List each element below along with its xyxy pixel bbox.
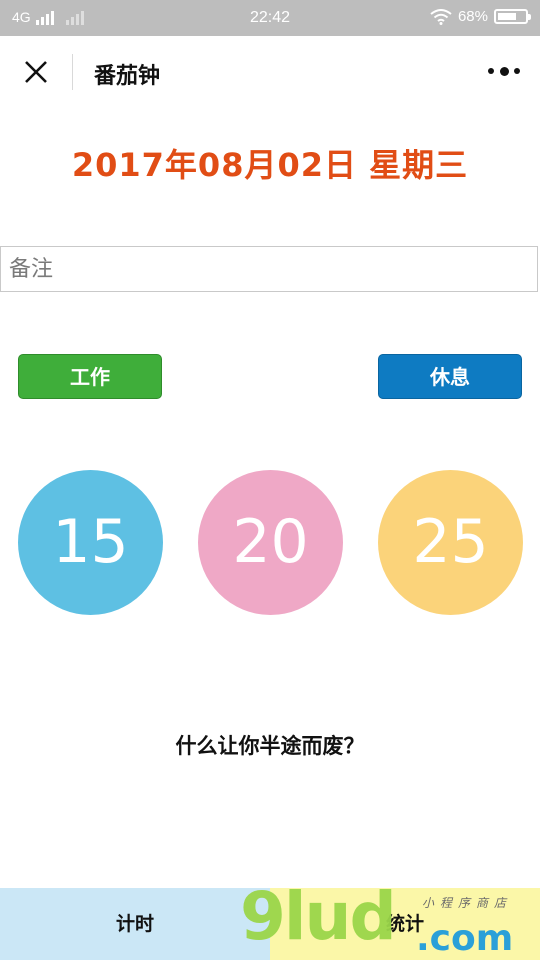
close-icon xyxy=(25,61,47,83)
tab-timer[interactable]: 计时 xyxy=(0,888,270,960)
battery-icon xyxy=(494,9,531,24)
battery-percent: 68% xyxy=(457,8,488,25)
date-heading: 2017年08月02日 星期三 xyxy=(71,146,469,184)
duration-20-button[interactable]: 20 xyxy=(198,470,343,615)
more-button[interactable] xyxy=(488,60,520,82)
more-dots-icon-right xyxy=(514,68,520,74)
wifi-icon xyxy=(430,8,452,25)
close-button[interactable] xyxy=(18,54,54,90)
note-input[interactable] xyxy=(0,246,538,292)
duration-15-button[interactable]: 15 xyxy=(18,470,163,615)
duration-25-button[interactable]: 25 xyxy=(378,470,523,615)
nav-divider xyxy=(72,54,73,90)
rest-button[interactable]: 休息 xyxy=(378,354,522,399)
tab-bar: 计时 统计 xyxy=(0,888,540,960)
status-bar: 4G 22:42 68% xyxy=(0,0,540,36)
battery-level-fill xyxy=(498,13,516,20)
motivation-quote: 什么让你半途而废？ xyxy=(175,733,365,758)
tab-stats[interactable]: 统计 xyxy=(270,888,540,960)
more-dots-icon-center xyxy=(499,66,509,76)
nav-bar: 番茄钟 xyxy=(0,36,540,108)
status-right: 68% xyxy=(430,8,531,25)
more-dots-icon xyxy=(488,68,494,74)
page-title: 番茄钟 xyxy=(94,63,161,89)
work-button[interactable]: 工作 xyxy=(18,354,162,399)
